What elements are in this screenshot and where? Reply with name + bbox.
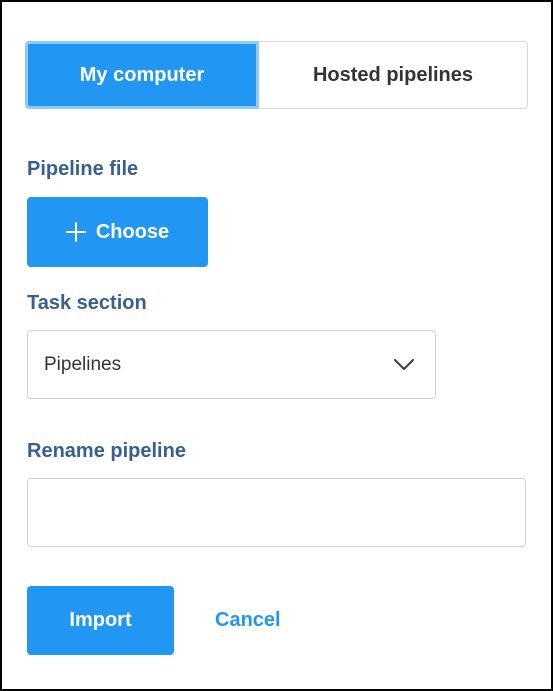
import-button[interactable]: Import [27,586,174,655]
pipeline-file-label: Pipeline file [27,158,139,180]
tab-hosted-pipelines[interactable]: Hosted pipelines [259,41,528,109]
tab-my-computer[interactable]: My computer [25,41,259,109]
source-tabs: My computer Hosted pipelines [25,41,528,109]
rename-pipeline-input[interactable] [27,478,526,547]
choose-button-label: Choose [95,220,170,243]
choose-file-button[interactable]: Choose [27,197,208,267]
task-section-label: Task section [27,292,147,314]
task-section-select[interactable]: Pipelines [27,330,436,399]
plus-icon [65,222,86,242]
task-section-selected-value: Pipelines [44,353,122,375]
chevron-down-icon [393,358,415,370]
cancel-link[interactable]: Cancel [215,586,281,655]
rename-pipeline-label: Rename pipeline [27,440,186,462]
import-pipeline-panel: My computer Hosted pipelines Pipeline fi… [0,0,553,691]
